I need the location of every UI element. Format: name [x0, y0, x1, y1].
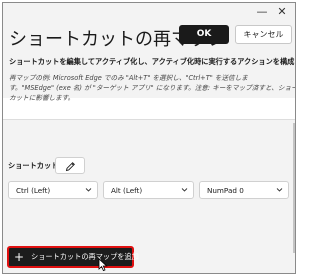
key-dropdown-value: Alt (Left)	[111, 186, 143, 195]
cancel-button[interactable]: キャンセル	[235, 25, 292, 44]
add-shortcut-remap-button[interactable]: + ショートカットの再マップを追加	[7, 246, 139, 268]
plus-icon: +	[14, 250, 25, 264]
example-line: カットに影響します。	[9, 94, 75, 102]
minimize-icon[interactable]: —	[253, 5, 271, 19]
key-dropdown-3[interactable]: NumPad 0	[199, 181, 289, 199]
edit-shortcut-button[interactable]	[55, 157, 85, 174]
mouse-cursor-icon	[98, 258, 108, 272]
ok-button[interactable]: OK	[179, 25, 229, 44]
key-dropdown-value: NumPad 0	[207, 186, 244, 195]
example-line: す。"MSEdge" (exe 名) が "ターゲット アプリ" になります。注…	[9, 84, 296, 92]
chevron-down-icon	[181, 188, 188, 192]
example-line: 再マップの例: Microsoft Edge でのみ "Alt+T" を選択し、…	[9, 74, 248, 82]
scrollbar[interactable]	[293, 123, 295, 253]
description-text: ショートカットを編集してアクティブ化し、アクティブ化時に実行するアクションを構成…	[9, 57, 296, 66]
remap-shortcuts-window: — ✕ ショートカットの再マップ OK キャンセル ショートカットを編集してアク…	[2, 2, 296, 274]
chevron-down-icon	[85, 188, 92, 192]
chevron-down-icon	[276, 188, 283, 192]
key-dropdown-value: Ctrl (Left)	[16, 186, 51, 195]
add-shortcut-remap-label: ショートカットの再マップを追加	[31, 252, 139, 261]
pencil-icon	[65, 162, 75, 172]
key-dropdown-2[interactable]: Alt (Left)	[103, 181, 194, 199]
key-dropdown-1[interactable]: Ctrl (Left)	[8, 181, 98, 199]
close-icon[interactable]: ✕	[273, 5, 291, 19]
example-text: 再マップの例: Microsoft Edge でのみ "Alt+T" を選択し、…	[9, 73, 296, 103]
shortcut-label: ショートカット:	[8, 161, 62, 170]
